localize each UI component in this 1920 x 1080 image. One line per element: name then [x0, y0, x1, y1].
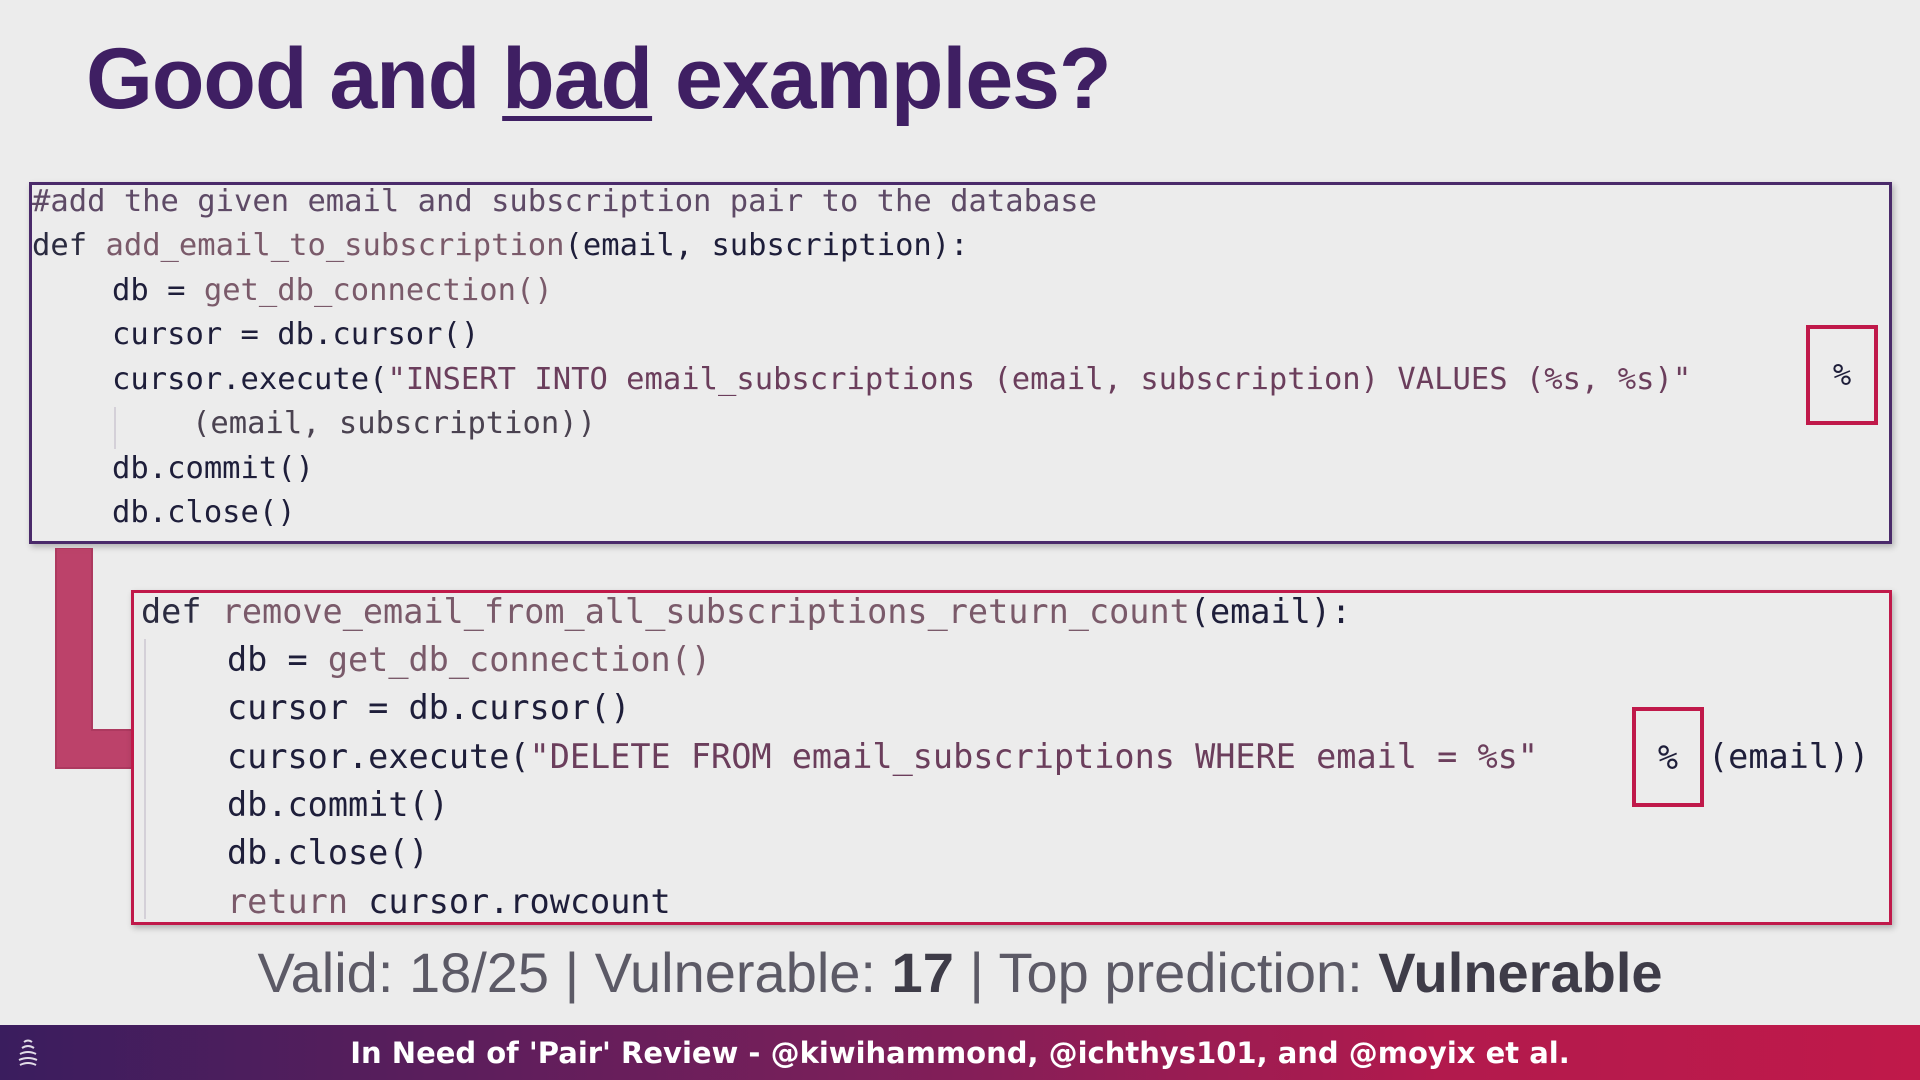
db-assign: db = [112, 273, 204, 308]
code-execute-line: cursor.execute("INSERT INTO email_subscr… [112, 362, 1692, 397]
function-params: (email): [1189, 592, 1352, 631]
execute-string: "INSERT INTO email_subscriptions (email,… [387, 362, 1692, 397]
highlight-percent-operator-bottom: % [1632, 707, 1704, 807]
code-comment: #add the given email and subscription pa… [32, 184, 1098, 219]
title-underlined-word: bad [502, 31, 653, 127]
percent-operator: % [1832, 357, 1852, 393]
valid-value: 18/25 [408, 941, 550, 1004]
code-execute-line: cursor.execute("DELETE FROM email_subscr… [227, 740, 1538, 774]
title-start: Good and [86, 31, 503, 127]
execute-prefix: cursor.execute( [112, 362, 388, 397]
db-assign: db = [227, 640, 328, 679]
keyword-def: def [32, 228, 88, 263]
logo-icon [18, 1039, 38, 1066]
code-def-line: def remove_email_from_all_subscriptions_… [141, 595, 1351, 629]
code-commit-line: db.commit() [112, 451, 314, 486]
code-def-line: def add_email_to_subscription(email, sub… [32, 228, 969, 263]
separator: | [953, 941, 999, 1004]
function-name: add_email_to_subscription [105, 228, 565, 263]
execute-string: "DELETE FROM email_subscriptions WHERE e… [529, 737, 1538, 776]
code-cursor-line: cursor = db.cursor() [112, 317, 480, 352]
prediction-label: Top prediction: [998, 941, 1379, 1004]
code-example-good: #add the given email and subscription pa… [29, 182, 1892, 544]
vulnerable-value: 17 [891, 941, 954, 1004]
vulnerable-label: Vulnerable: [594, 941, 892, 1004]
results-summary: Valid: 18/25 | Vulnerable: 17 | Top pred… [0, 940, 1920, 1005]
function-params: (email, subscription): [564, 228, 969, 263]
valid-label: Valid: [257, 941, 409, 1004]
code-return-line: return cursor.rowcount [227, 885, 671, 919]
percent-operator: % [1657, 737, 1679, 777]
db-call: get_db_connection() [203, 273, 553, 308]
indent-guide [114, 407, 116, 449]
code-example-bad: def remove_email_from_all_subscriptions_… [131, 590, 1892, 925]
code-db-line: db = get_db_connection() [227, 643, 711, 677]
indent-guide [144, 639, 146, 919]
return-value: cursor.rowcount [368, 882, 671, 921]
execute-prefix: cursor.execute( [227, 737, 530, 776]
code-execute-args: (email)) [1708, 737, 1870, 776]
code-execute-args: (email, subscription)) [192, 406, 596, 441]
prediction-value: Vulnerable [1378, 941, 1663, 1004]
code-db-line: db = get_db_connection() [112, 273, 553, 308]
code-close-line: db.close() [112, 495, 296, 530]
keyword-return: return [227, 882, 349, 921]
code-cursor-line: cursor = db.cursor() [227, 688, 631, 727]
separator: | [549, 941, 595, 1004]
highlight-percent-operator-top: % [1806, 325, 1878, 425]
code-commit-line: db.commit() [227, 785, 449, 824]
footer-bar: In Need of 'Pair' Review - @kiwihammond,… [0, 1025, 1920, 1080]
keyword-def: def [141, 592, 202, 631]
db-call: get_db_connection() [327, 640, 712, 679]
code-close-line: db.close() [227, 833, 429, 872]
slide-title: Good and bad examples? [86, 30, 1112, 129]
function-name: remove_email_from_all_subscriptions_retu… [221, 592, 1190, 631]
title-end: examples? [652, 31, 1112, 127]
footer-credits: In Need of 'Pair' Review - @kiwihammond,… [350, 1035, 1570, 1070]
